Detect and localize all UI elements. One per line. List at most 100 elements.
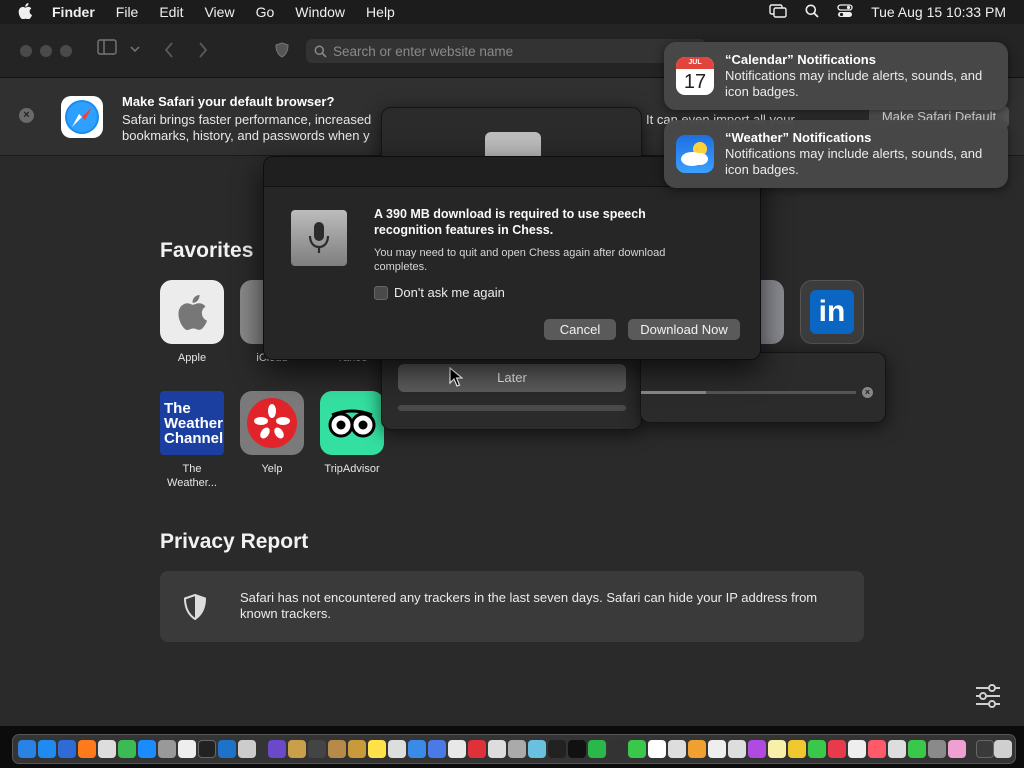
window-minimize-button[interactable] (40, 45, 52, 57)
favorite-linkedin[interactable]: in (792, 280, 872, 344)
progress-fill (641, 391, 706, 394)
vscode-dock-icon[interactable] (218, 740, 236, 758)
sidebar-toggle-icon[interactable] (97, 39, 117, 60)
app-dock-icon[interactable] (488, 740, 506, 758)
favorite-apple[interactable]: Apple (152, 280, 232, 365)
app-dock-icon[interactable] (688, 740, 706, 758)
weather-channel-text-1: The (164, 399, 191, 417)
spotlight-search-icon[interactable] (805, 4, 819, 21)
app-dock-icon[interactable] (428, 740, 446, 758)
app-dock-icon[interactable] (408, 740, 426, 758)
menu-file[interactable]: File (116, 4, 139, 20)
app-dock-icon[interactable] (828, 740, 846, 758)
system-settings-dock-icon[interactable] (158, 740, 176, 758)
textedit-dock-icon[interactable] (178, 740, 196, 758)
weather-notification[interactable]: “Weather” Notifications Notifications ma… (664, 120, 1008, 188)
photos-dock-icon[interactable] (948, 740, 966, 758)
forward-chevron-icon[interactable] (198, 42, 208, 63)
app-dock-icon[interactable] (268, 740, 286, 758)
app-dock-icon[interactable] (788, 740, 806, 758)
dock (12, 734, 1016, 764)
news-dock-icon[interactable] (468, 740, 486, 758)
app-dock-icon[interactable] (308, 740, 326, 758)
menu-window[interactable]: Window (295, 4, 345, 20)
apple-menu-icon[interactable] (18, 2, 36, 22)
apple-tv-dock-icon[interactable] (568, 740, 586, 758)
bbedit-dock-icon[interactable] (98, 740, 116, 758)
dont-ask-again-checkbox[interactable]: Don't ask me again (374, 285, 505, 300)
menu-help[interactable]: Help (366, 4, 395, 20)
menu-go[interactable]: Go (256, 4, 275, 20)
menu-app-name[interactable]: Finder (52, 4, 95, 20)
banner-close-button[interactable]: × (19, 108, 34, 123)
trash-dock-icon[interactable] (994, 740, 1012, 758)
music-dock-icon[interactable] (868, 740, 886, 758)
app-dock-icon[interactable] (588, 740, 606, 758)
downloads-dock-icon[interactable] (976, 740, 994, 758)
app-dock-icon[interactable] (888, 740, 906, 758)
progress-cancel-icon[interactable]: × (862, 387, 873, 398)
privacy-report-card[interactable]: Safari has not encountered any trackers … (160, 571, 864, 642)
weather-channel-icon: The Weather Channel (160, 391, 224, 455)
app-dock-icon[interactable] (328, 740, 346, 758)
facetime-dock-icon[interactable] (908, 740, 926, 758)
menu-clock[interactable]: Tue Aug 15 10:33 PM (871, 4, 1006, 20)
customize-sliders-icon[interactable] (974, 684, 1002, 713)
weather-icon (676, 135, 714, 173)
voice-memos-dock-icon[interactable] (608, 740, 626, 758)
finder-dock-icon[interactable] (18, 740, 36, 758)
notes-dock-icon[interactable] (368, 740, 386, 758)
tab-group-chevron-icon[interactable] (130, 41, 140, 59)
calendar-notification[interactable]: JUL 17 “Calendar” Notifications Notifica… (664, 42, 1008, 110)
window-close-button[interactable] (20, 45, 32, 57)
calendar-icon-month: JUL (676, 57, 714, 69)
firefox-dock-icon[interactable] (78, 740, 96, 758)
messages-dock-icon[interactable] (628, 740, 646, 758)
favorite-weather-channel[interactable]: The Weather Channel The Weather... (152, 391, 232, 490)
app-dock-icon[interactable] (708, 740, 726, 758)
favorite-yelp[interactable]: Yelp (232, 391, 312, 476)
calendar-dock-icon[interactable] (648, 740, 666, 758)
menu-view[interactable]: View (204, 4, 234, 20)
app-dock-icon[interactable] (448, 740, 466, 758)
podcasts-dock-icon[interactable] (748, 740, 766, 758)
menu-edit[interactable]: Edit (159, 4, 183, 20)
photo-booth-dock-icon[interactable] (848, 740, 866, 758)
terminal-dock-icon[interactable] (198, 740, 216, 758)
calendar-icon: JUL 17 (676, 57, 714, 95)
app-dock-icon[interactable] (548, 740, 566, 758)
app-dock-icon[interactable] (238, 740, 256, 758)
back-chevron-icon[interactable] (164, 42, 174, 63)
app-dock-icon[interactable] (58, 740, 76, 758)
privacy-shield-icon[interactable] (275, 42, 289, 63)
safari-dock-icon[interactable] (38, 740, 56, 758)
control-center-icon[interactable] (837, 3, 853, 21)
app-dock-icon[interactable] (668, 740, 686, 758)
app-dock-icon[interactable] (288, 740, 306, 758)
favorite-label: The Weather... (167, 463, 217, 489)
clock-dock-icon[interactable] (728, 740, 746, 758)
later-button[interactable]: Later (398, 364, 626, 392)
app-store-dock-icon[interactable] (138, 740, 156, 758)
checkbox-box[interactable] (374, 285, 388, 300)
dialog-message: A 390 MB download is required to use spe… (374, 207, 646, 237)
cancel-button[interactable]: Cancel (544, 319, 616, 340)
app-dock-icon[interactable] (808, 740, 826, 758)
app-dock-icon[interactable] (348, 740, 366, 758)
app-dock-icon[interactable] (928, 740, 946, 758)
favorite-tripadvisor[interactable]: TripAdvisor (312, 391, 392, 476)
notes-dock-icon[interactable] (768, 740, 786, 758)
banner-body-line-1: Safari brings faster performance, increa… (122, 112, 372, 127)
chrome-dock-icon[interactable] (118, 740, 136, 758)
microphone-icon (291, 210, 347, 266)
window-zoom-button[interactable] (60, 45, 72, 57)
app-dock-icon[interactable] (528, 740, 546, 758)
screen-mirroring-icon[interactable] (769, 3, 787, 21)
mouse-cursor-icon (449, 367, 463, 387)
download-now-button[interactable]: Download Now (628, 319, 740, 340)
address-bar[interactable]: Search or enter website name (306, 39, 706, 63)
favorites-title: Favorites (160, 239, 254, 262)
app-dock-icon[interactable] (388, 740, 406, 758)
chess-dock-icon[interactable] (508, 740, 526, 758)
privacy-report-text: Safari has not encountered any trackers … (240, 590, 818, 621)
